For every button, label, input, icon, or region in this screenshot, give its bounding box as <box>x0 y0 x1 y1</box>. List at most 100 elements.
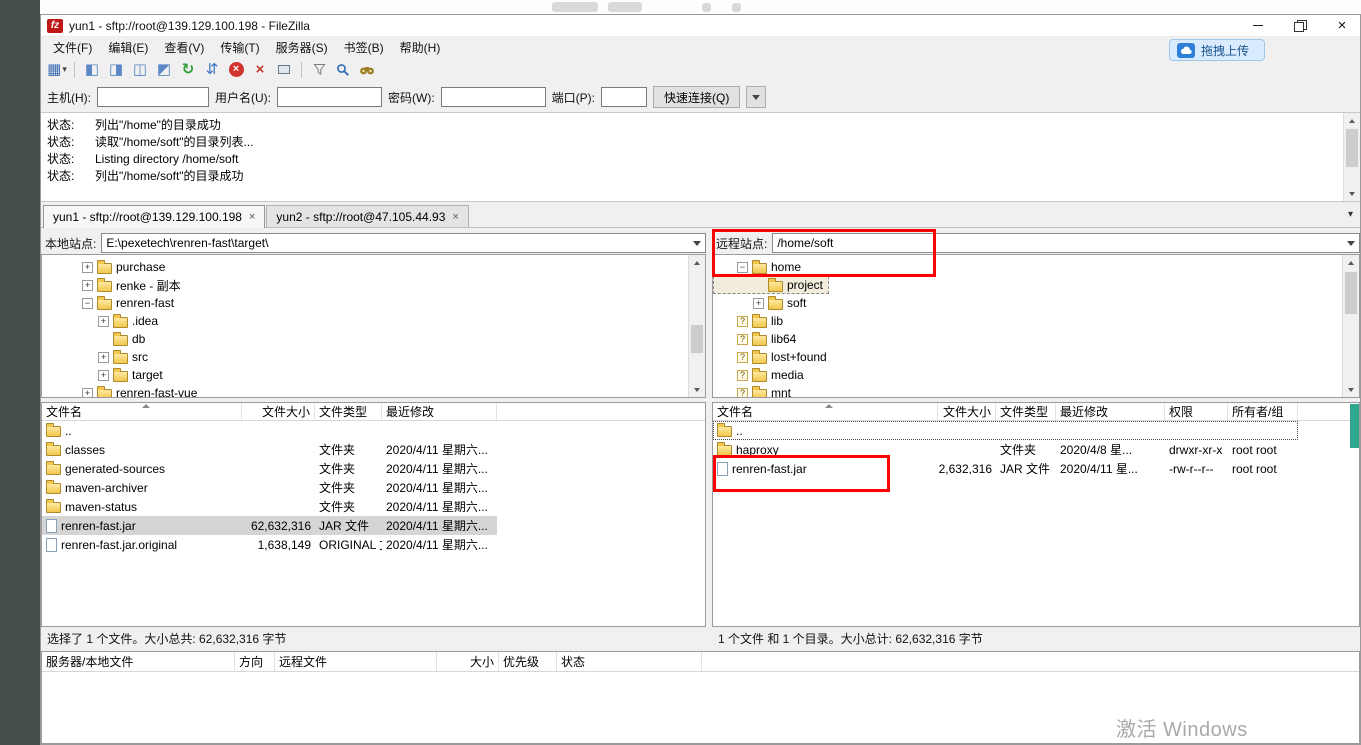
scroll-down-icon[interactable] <box>1344 186 1360 201</box>
local-tree-item-7[interactable]: + target <box>42 366 169 384</box>
tree-expander-icon[interactable]: + <box>82 261 93 273</box>
tree-expander-icon[interactable]: ? <box>737 333 748 345</box>
menu-item-7[interactable]: 帮助(H) <box>392 37 449 58</box>
local-file-row-3[interactable]: generated-sources 文件夹 2020/4/11 星期六... <box>42 459 497 478</box>
local-file-row-5[interactable]: maven-status 文件夹 2020/4/11 星期六... <box>42 497 497 516</box>
combo-dropdown-icon[interactable] <box>688 234 705 252</box>
scroll-up-icon[interactable] <box>1344 113 1360 128</box>
scroll-down-icon[interactable] <box>689 382 705 397</box>
quickconnect-button[interactable]: 快速连接(Q) <box>653 86 741 108</box>
local-tree-item-2[interactable]: + renke - 副本 <box>42 276 187 294</box>
server-tab-1[interactable]: yun1 - sftp://root@139.129.100.198 × <box>43 205 266 228</box>
remote-column-4[interactable]: 最近修改 <box>1056 403 1165 420</box>
local-file-row-6[interactable]: renren-fast.jar 62,632,316 JAR 文件 2020/4/11… <box>42 516 497 535</box>
menu-item-4[interactable]: 传输(T) <box>212 37 267 58</box>
tree-expander-icon[interactable]: + <box>82 279 93 291</box>
drag-upload-badge[interactable]: 拖拽上传 <box>1169 39 1265 61</box>
title-bar[interactable]: fz yun1 - sftp://root@139.129.100.198 - … <box>41 15 1360 37</box>
tab-close-icon[interactable]: × <box>452 211 458 223</box>
local-path-combo[interactable]: E:\pexetech\renren-fast\target\ <box>101 233 706 253</box>
toggle-local-tree-icon[interactable]: ◨ <box>105 59 127 81</box>
remote-tree-item-3[interactable]: + soft <box>713 294 812 312</box>
local-file-row-4[interactable]: maven-archiver 文件夹 2020/4/11 星期六... <box>42 478 497 497</box>
reconnect-icon[interactable] <box>273 59 295 81</box>
password-input[interactable] <box>440 87 546 107</box>
local-tree-item-6[interactable]: + src <box>42 348 154 366</box>
remote-file-row-3[interactable]: renren-fast.jar 62,632,316 JAR 文件 2020/4/11… <box>713 459 1298 478</box>
port-input[interactable] <box>601 87 647 107</box>
toggle-queue-icon[interactable]: ◩ <box>153 59 175 81</box>
search-icon[interactable] <box>356 59 378 81</box>
local-tree-item-1[interactable]: + purchase <box>42 258 171 276</box>
queue-column-5[interactable]: 优先级 <box>499 652 557 671</box>
menu-item-2[interactable]: 编辑(E) <box>100 37 156 58</box>
remote-path-combo[interactable]: /home/soft <box>772 233 1360 253</box>
queue-column-4[interactable]: 大小 <box>437 652 499 671</box>
tree-expander-icon[interactable]: + <box>98 369 109 381</box>
local-tree-item-4[interactable]: + .idea <box>42 312 164 330</box>
remote-tree-item-5[interactable]: ? lib64 <box>713 330 802 348</box>
site-manager-icon[interactable]: ▦ ▾ <box>46 59 68 81</box>
scroll-up-icon[interactable] <box>689 255 705 270</box>
scrollbar-thumb[interactable] <box>1345 272 1357 314</box>
menu-item-5[interactable]: 服务器(S) <box>268 37 336 58</box>
scroll-down-icon[interactable] <box>1343 382 1359 397</box>
tree-expander-icon[interactable]: − <box>82 297 93 309</box>
close-button[interactable]: × <box>1324 15 1360 36</box>
local-file-row-2[interactable]: classes 文件夹 2020/4/11 星期六... <box>42 440 497 459</box>
server-tab-2[interactable]: yun2 - sftp://root@47.105.44.93 × <box>266 205 469 227</box>
combo-dropdown-icon[interactable] <box>1342 234 1359 252</box>
filter-icon[interactable] <box>308 59 330 81</box>
minimize-button[interactable] <box>1240 15 1276 36</box>
remote-file-row-2[interactable]: haproxy 文件夹 2020/4/8 星... drwxr-xr-x root ro… <box>713 440 1298 459</box>
tab-close-icon[interactable]: × <box>249 211 255 223</box>
tree-expander-icon[interactable]: ? <box>737 315 748 327</box>
scrollbar-thumb[interactable] <box>691 325 703 353</box>
tab-list-dropdown-icon[interactable]: ▾ <box>1348 209 1353 220</box>
remote-column-2[interactable]: 文件大小 <box>938 403 996 420</box>
local-file-row-1[interactable]: .. <box>42 421 497 440</box>
local-tree-item-5[interactable]: db <box>42 330 151 348</box>
tree-expander-icon[interactable]: + <box>753 297 764 309</box>
tree-expander-icon[interactable]: + <box>98 315 109 327</box>
remote-tree-item-6[interactable]: ? lost+found <box>713 348 833 366</box>
disconnect-icon[interactable]: × <box>249 59 271 81</box>
remote-tree-item-1[interactable]: − home <box>713 258 807 276</box>
tree-expander-icon[interactable]: − <box>737 261 748 273</box>
local-tree-item-8[interactable]: + renren-fast-vue <box>42 384 203 397</box>
host-input[interactable] <box>97 87 209 107</box>
local-tree-item-3[interactable]: − renren-fast <box>42 294 180 312</box>
remote-tree-item-8[interactable]: ? mnt <box>713 384 797 397</box>
menu-item-1[interactable]: 文件(F) <box>45 37 100 58</box>
remote-tree-item-4[interactable]: ? lib <box>713 312 789 330</box>
local-column-1[interactable]: 文件名 <box>42 403 242 420</box>
local-column-4[interactable]: 最近修改 <box>382 403 497 420</box>
restore-button[interactable] <box>1282 15 1318 36</box>
scrollbar-thumb[interactable] <box>1346 129 1358 167</box>
queue-column-3[interactable]: 远程文件 <box>275 652 437 671</box>
local-tree-scrollbar[interactable] <box>688 255 705 397</box>
quickconnect-dropdown-button[interactable] <box>746 86 767 108</box>
log-scrollbar[interactable] <box>1343 113 1360 201</box>
remote-tree-item-7[interactable]: ? media <box>713 366 810 384</box>
menu-item-6[interactable]: 书签(B) <box>336 37 392 58</box>
toggle-remote-tree-icon[interactable]: ◫ <box>129 59 151 81</box>
remote-list-scrollbar-thumb[interactable] <box>1350 404 1359 448</box>
remote-tree-scrollbar[interactable] <box>1342 255 1359 397</box>
remote-column-3[interactable]: 文件类型 <box>996 403 1056 420</box>
toggle-message-log-icon[interactable]: ◧ <box>81 59 103 81</box>
menu-item-3[interactable]: 查看(V) <box>156 37 212 58</box>
remote-column-6[interactable]: 所有者/组 <box>1228 403 1298 420</box>
queue-column-6[interactable]: 状态 <box>557 652 702 671</box>
queue-column-1[interactable]: 服务器/本地文件 <box>42 652 235 671</box>
tree-expander-icon[interactable]: ? <box>737 387 748 397</box>
remote-column-1[interactable]: 文件名 <box>713 403 938 420</box>
tree-expander-icon[interactable]: ? <box>737 351 748 363</box>
tree-expander-icon[interactable]: + <box>82 387 93 397</box>
refresh-icon[interactable]: ↻ <box>177 59 199 81</box>
remote-file-row-1[interactable]: .. <box>713 421 1298 440</box>
cancel-icon[interactable]: × <box>225 59 247 81</box>
remote-column-5[interactable]: 权限 <box>1165 403 1228 420</box>
queue-column-2[interactable]: 方向 <box>235 652 275 671</box>
tree-expander-icon[interactable]: + <box>98 351 109 363</box>
